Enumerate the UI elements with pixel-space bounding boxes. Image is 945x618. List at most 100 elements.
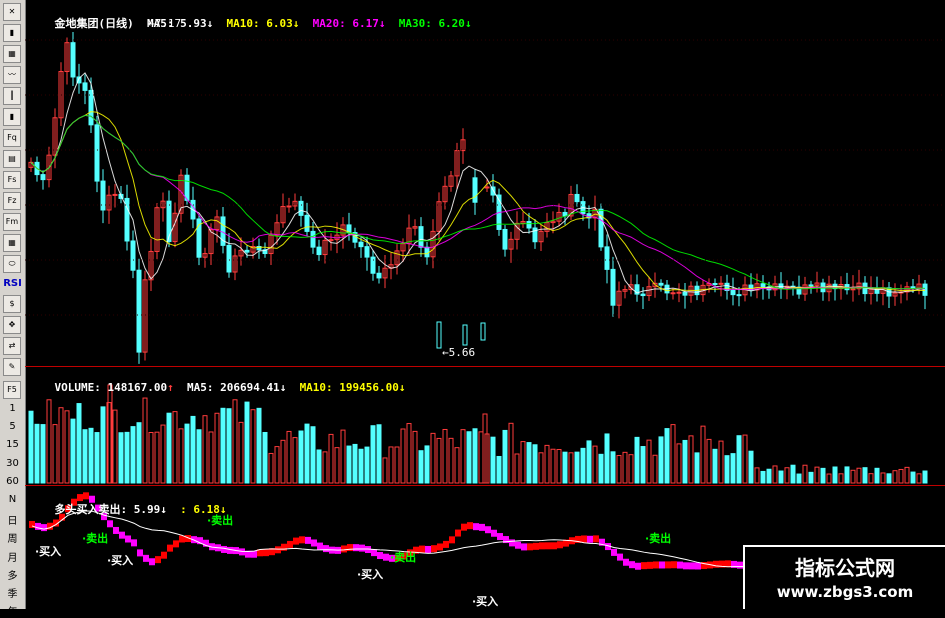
- pencil-icon[interactable]: ✎: [3, 358, 21, 376]
- volume-bar: [448, 437, 454, 484]
- period-6[interactable]: 日: [0, 512, 25, 527]
- period-8[interactable]: 月: [0, 549, 25, 564]
- indicator-block: [593, 535, 599, 543]
- volume-bar: [304, 423, 310, 484]
- dollar-icon[interactable]: $: [3, 295, 21, 313]
- ellipse-icon[interactable]: ⬭: [3, 255, 21, 273]
- period-7[interactable]: 周: [0, 530, 25, 545]
- export-icon[interactable]: ⇄: [3, 337, 21, 355]
- indicator-block: [449, 536, 455, 544]
- bars-icon[interactable]: ▮: [3, 108, 21, 126]
- volume-bar: [748, 450, 754, 484]
- volume-bar: [778, 470, 784, 484]
- period-4[interactable]: 60: [0, 476, 25, 487]
- candle-body: [610, 268, 616, 306]
- volume-bar: [40, 424, 46, 484]
- volume-bar: [886, 473, 892, 484]
- volume-bar: [100, 406, 106, 484]
- volume-bar: [112, 409, 118, 484]
- chart-area: ←7.17 ←5.66 ·买入 ·卖出 ·买入 ·卖出 ·买入 ·卖出 ·买入 ·卖出 金地集团(…: [25, 0, 945, 609]
- close-icon[interactable]: ✕: [3, 3, 21, 21]
- candle-body: [484, 186, 490, 189]
- line-chart-icon[interactable]: 〰: [3, 66, 21, 84]
- indicator-block: [167, 544, 173, 552]
- fm-icon[interactable]: Fm: [3, 213, 21, 231]
- period-11[interactable]: 年: [0, 603, 25, 618]
- indicator-block: [587, 535, 593, 543]
- candle-body: [850, 288, 856, 291]
- left-toolbar: ✕ ▮ ▦ 〰 ┃ ▮ Fq ▤ Fs Fz Fm ▦ ⬭ RSI $ ✥ ⇄ ✎ F5 1 5 15 30 60 N 日周月多季…: [0, 0, 26, 618]
- candle-body: [88, 89, 94, 126]
- candle-body: [136, 269, 142, 353]
- period-5[interactable]: N: [0, 494, 25, 505]
- period-1[interactable]: 5: [0, 421, 25, 432]
- volume-bar: [550, 448, 556, 484]
- indicator-block: [509, 539, 515, 547]
- volume-bar: [142, 397, 148, 484]
- volume-bar: [682, 439, 688, 484]
- rsi-button[interactable]: RSI: [0, 278, 25, 289]
- indicator-name: 多头买入卖出: [54, 503, 121, 516]
- volume-bar: [772, 465, 778, 484]
- volume-bar: [664, 428, 670, 484]
- candle-body: [298, 200, 304, 216]
- volume-bar: [388, 446, 394, 484]
- volume-bar: [832, 466, 838, 484]
- indicator-value2: : 6.18: [180, 503, 220, 516]
- period-3[interactable]: 30: [0, 458, 25, 469]
- volume-bar: [604, 433, 610, 484]
- volume-bar: [724, 455, 730, 484]
- period-10[interactable]: 季: [0, 585, 25, 600]
- indicator-block: [551, 542, 557, 550]
- f5-button[interactable]: F5: [3, 381, 21, 399]
- period-2[interactable]: 15: [0, 439, 25, 450]
- volume-bar: [640, 446, 646, 484]
- indicator-block: [155, 556, 161, 564]
- grid-icon[interactable]: ▦: [3, 45, 21, 63]
- page-icon[interactable]: ▤: [3, 150, 21, 168]
- candlestick-icon[interactable]: ┃: [3, 87, 21, 105]
- volume-bar: [598, 453, 604, 484]
- indicator-block: [227, 546, 233, 554]
- volume-bar: [508, 422, 514, 484]
- period-0[interactable]: 1: [0, 403, 25, 414]
- ma20-arrow: ↓: [378, 17, 386, 30]
- volume-bar: [754, 467, 760, 484]
- volume-bar: [436, 437, 442, 484]
- volume-bar: [394, 446, 400, 484]
- candle-body: [226, 244, 232, 273]
- candle-body: [94, 124, 100, 182]
- ma10-value: MA10: 6.03: [226, 17, 293, 30]
- indicator-block: [263, 549, 269, 557]
- volume-bar: [136, 422, 142, 484]
- fq-icon[interactable]: Fq: [3, 129, 21, 147]
- candle-body: [40, 174, 46, 181]
- indicator-block: [359, 544, 365, 552]
- fs-icon[interactable]: Fs: [3, 171, 21, 189]
- fz-icon[interactable]: Fz: [3, 192, 21, 210]
- volume-ma5-arrow: ↓: [279, 381, 287, 394]
- volume-bar: [58, 407, 64, 484]
- small-chart-icon[interactable]: ▦: [3, 234, 21, 252]
- panel-separator: [25, 485, 945, 486]
- signal-label: ·买入: [357, 568, 383, 581]
- volume-bar: [514, 453, 520, 484]
- period-9[interactable]: 多: [0, 567, 25, 582]
- bar-chart-icon[interactable]: ▮: [3, 24, 21, 42]
- volume-bar: [904, 466, 910, 484]
- indicator-arrow1: ↓: [160, 503, 167, 516]
- volume-bar: [442, 428, 448, 484]
- volume-bar: [880, 472, 886, 484]
- volume-bar: [802, 464, 808, 484]
- indicator-block: [467, 522, 473, 530]
- volume-bar: [628, 454, 634, 484]
- volume-bar: [622, 451, 628, 484]
- volume-bar: [400, 428, 406, 484]
- ma20-value: MA20: 6.17: [312, 17, 379, 30]
- indicator-block: [293, 537, 299, 545]
- indicator-block: [545, 542, 551, 550]
- volume-bar: [34, 423, 40, 484]
- candle-body: [286, 205, 292, 208]
- move-icon[interactable]: ✥: [3, 316, 21, 334]
- volume-bar: [796, 473, 802, 484]
